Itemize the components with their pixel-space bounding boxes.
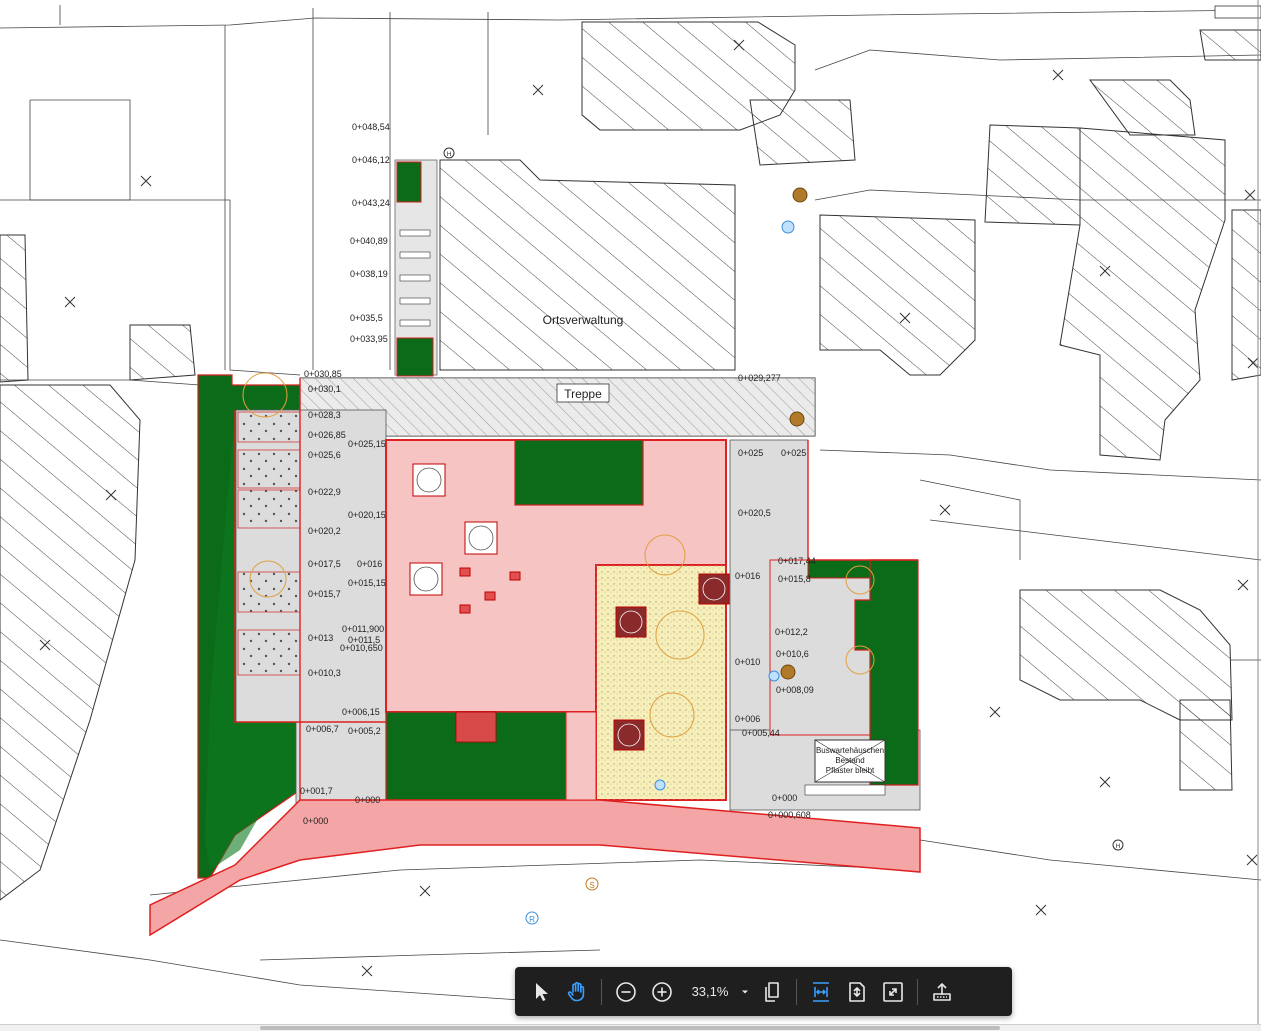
hand-tool-button[interactable] [559,974,595,1010]
zoom-in-button[interactable] [644,974,680,1010]
zoom-level-value[interactable]: 33,1% [680,984,736,999]
expand-icon [883,981,903,1002]
station-label: 0+030,85 [304,369,342,379]
station-label: 0+008,09 [776,685,814,695]
station-label: 0+020,2 [308,526,341,536]
site-plan-drawing: Ortsverwaltung Treppe Buswartehäuschen B… [0,0,1261,1031]
cursor-arrow-icon [536,982,548,1001]
station-label: 0+010 [735,657,760,667]
zoom-in-icon [652,981,672,1002]
station-label: 0+030,1 [308,384,341,394]
select-tool-button[interactable] [523,974,559,1010]
page-view-button[interactable] [754,974,790,1010]
bus-shelter-label-1: Buswartehäuschen [816,746,884,755]
station-label: 0+006 [735,714,760,724]
station-label: 0+025,15 [348,439,386,449]
bus-shelter-label-3: Pflaster bleibt [826,766,875,775]
station-label: 0+013 [308,633,333,643]
fit-page-icon [849,981,865,1002]
document-viewport[interactable]: Ortsverwaltung Treppe Buswartehäuschen B… [0,0,1261,1031]
station-label: 0+020,5 [738,508,771,518]
station-label: 0+025 [738,448,763,458]
symbol-r: R [529,915,535,924]
pages-icon [765,981,779,1002]
station-label: 0+000 [772,793,797,803]
share-button[interactable] [924,974,960,1010]
fit-page-button[interactable] [839,974,875,1010]
horizontal-scrollbar[interactable] [0,1024,1261,1031]
station-label: 0+000 [303,816,328,826]
building-label: Ortsverwaltung [543,313,624,327]
station-label: 0+015,7 [308,589,341,599]
station-label: 0+011,900 [342,624,384,634]
station-label: 0+016 [735,571,760,581]
symbol-h-1: H [447,152,451,158]
station-label: 0+022,9 [308,487,341,497]
station-label: 0+006,15 [342,707,380,717]
fit-width-icon [813,981,829,1002]
station-label: 0+038,19 [350,269,388,279]
station-label: 0+005,2 [348,726,381,736]
station-label: 0+006,7 [306,724,339,734]
station-label: 0+026,85 [308,430,346,440]
station-label: 0+010,3 [308,668,341,678]
station-label: 0+040,89 [350,236,388,246]
toolbar-separator [796,978,797,1005]
toolbar-separator [601,978,602,1005]
viewer-toolbar: 33,1% [515,967,1012,1016]
zoom-dropdown[interactable] [736,974,754,1010]
station-label: 0+000 [355,795,380,805]
scrollbar-thumb[interactable] [260,1026,1000,1030]
station-label: 0+046,12 [352,155,390,165]
station-label: 0+001,7 [300,786,333,796]
station-label: 0+029,277 [738,373,781,383]
toolbar-separator [917,978,918,1005]
fit-width-button[interactable] [803,974,839,1010]
station-label: 0+025 [781,448,806,458]
chevron-down-icon [742,990,748,993]
station-label: 0+017,44 [778,556,816,566]
station-label: 0+025,6 [308,450,341,460]
full-screen-button[interactable] [875,974,911,1010]
station-label: 0+010,6 [776,649,809,659]
station-label: 0+020,15 [348,510,386,520]
station-label: 0+015,15 [348,578,386,588]
hand-icon [567,981,585,1001]
station-label: 0+033,95 [350,334,388,344]
station-label: 0+035,5 [350,313,383,323]
station-label: 0+015,8 [778,574,811,584]
stairs-label: Treppe [564,387,602,401]
station-label: 0+012,2 [775,627,808,637]
zoom-out-button[interactable] [608,974,644,1010]
station-label: 0+043,24 [352,198,390,208]
symbol-s: S [589,881,594,890]
share-upload-icon [933,982,951,1001]
bus-shelter-label-2: Bestand [835,756,864,765]
zoom-out-icon [616,981,636,1002]
station-label: 0+005,44 [742,728,780,738]
station-label: 0+010,650 [340,643,383,653]
symbol-h-2: H [1116,844,1120,850]
station-label: 0+048,54 [352,122,390,132]
station-label: 0+017,5 [308,559,341,569]
station-label: 0+028,3 [308,410,341,420]
station-label: 0+016 [357,559,382,569]
station-label: 0+000,608 [768,810,811,820]
